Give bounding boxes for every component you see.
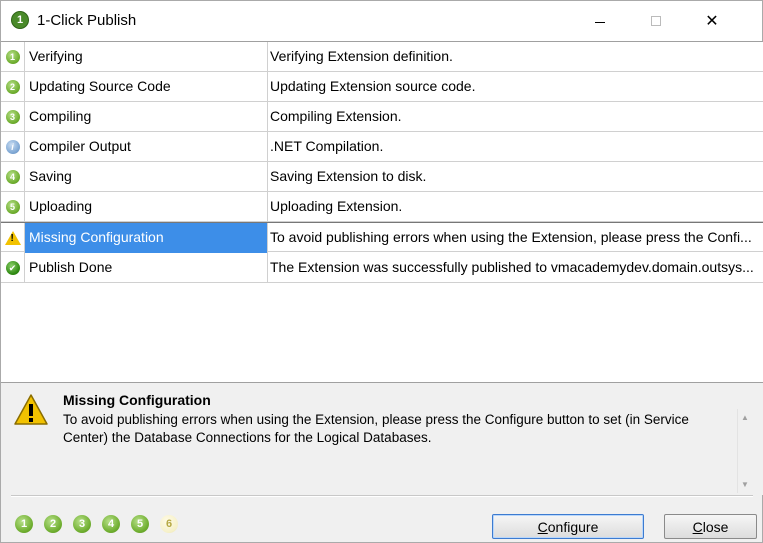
row-icon-cell: 1 bbox=[1, 42, 25, 72]
row-step-label: Updating Source Code bbox=[25, 72, 268, 102]
row-icon-cell: ✔ bbox=[1, 253, 25, 283]
step-2-icon: 2 bbox=[5, 80, 20, 94]
list-item[interactable]: i Compiler Output .NET Compilation. bbox=[1, 132, 763, 162]
info-icon: i bbox=[5, 140, 20, 154]
row-step-label: Uploading bbox=[25, 192, 268, 222]
row-icon-cell: i bbox=[1, 132, 25, 162]
list-item[interactable]: 2 Updating Source Code Updating Extensio… bbox=[1, 72, 763, 102]
list-item[interactable]: ✔ Publish Done The Extension was success… bbox=[1, 253, 763, 283]
scroll-down-icon[interactable]: ▼ bbox=[741, 480, 749, 489]
row-step-label: Compiling bbox=[25, 102, 268, 132]
row-step-label: Saving bbox=[25, 162, 268, 192]
list-item[interactable]: 4 Saving Saving Extension to disk. bbox=[1, 162, 763, 192]
close-mnemonic: C bbox=[692, 518, 703, 535]
row-icon-cell: 2 bbox=[1, 72, 25, 102]
close-icon: ✕ bbox=[705, 13, 719, 30]
window-title: 1-Click Publish bbox=[37, 12, 137, 29]
list-item-selected[interactable]: ! Missing Configuration To avoid publish… bbox=[1, 222, 763, 253]
warning-large-icon bbox=[14, 394, 48, 425]
row-step-label: Publish Done bbox=[25, 253, 268, 283]
list-item[interactable]: 3 Compiling Compiling Extension. bbox=[1, 102, 763, 132]
list-item[interactable]: 1 Verifying Verifying Extension definiti… bbox=[1, 42, 763, 72]
row-message: Saving Extension to disk. bbox=[270, 168, 427, 184]
configure-button[interactable]: Configure bbox=[492, 514, 644, 539]
step-2-indicator: 2 bbox=[44, 515, 62, 533]
close-label: lose bbox=[702, 518, 729, 535]
list-item[interactable]: 5 Uploading Uploading Extension. bbox=[1, 192, 763, 222]
divider bbox=[11, 495, 753, 497]
row-step-label: Verifying bbox=[25, 42, 268, 72]
row-icon-cell: ! bbox=[1, 223, 25, 253]
row-message: Compiling Extension. bbox=[270, 108, 402, 124]
app-step-icon: 1 bbox=[11, 11, 29, 29]
minimize-button[interactable] bbox=[577, 1, 623, 41]
detail-text: To avoid publishing errors when using th… bbox=[63, 412, 689, 445]
row-step-label: Missing Configuration bbox=[25, 223, 268, 253]
row-message: Uploading Extension. bbox=[270, 198, 403, 214]
step-6-indicator: 6 bbox=[160, 515, 178, 533]
row-icon-cell: 5 bbox=[1, 192, 25, 222]
row-icon-cell: 3 bbox=[1, 102, 25, 132]
step-5-indicator: 5 bbox=[131, 515, 149, 533]
warning-icon: ! bbox=[4, 231, 21, 245]
publish-window: 1 1-Click Publish ✕ 1 Verifying Verifyin… bbox=[0, 0, 763, 543]
row-message: Verifying Extension definition. bbox=[270, 48, 453, 64]
row-icon-cell: 4 bbox=[1, 162, 25, 192]
step-indicator: 1 2 3 4 5 6 bbox=[15, 515, 178, 535]
row-message: .NET Compilation. bbox=[270, 138, 384, 154]
row-message: To avoid publishing errors when using th… bbox=[270, 229, 752, 245]
step-1-indicator: 1 bbox=[15, 515, 33, 533]
row-message: Updating Extension source code. bbox=[270, 78, 476, 94]
close-button[interactable]: Close bbox=[664, 514, 757, 539]
detail-panel: Missing Configuration To avoid publishin… bbox=[1, 383, 763, 495]
step-4-indicator: 4 bbox=[102, 515, 120, 533]
step-5-icon: 5 bbox=[5, 200, 20, 214]
scroll-up-icon[interactable]: ▲ bbox=[741, 413, 749, 422]
detail-scrollbar[interactable]: ▲ ▼ bbox=[737, 409, 753, 493]
row-step-label: Compiler Output bbox=[25, 132, 268, 162]
detail-title: Missing Configuration bbox=[63, 392, 211, 408]
step-4-icon: 4 bbox=[5, 170, 20, 184]
minimize-icon bbox=[595, 21, 605, 23]
step-1-icon: 1 bbox=[5, 50, 20, 64]
title-bar: 1 1-Click Publish ✕ bbox=[1, 1, 762, 41]
configure-label: onfigure bbox=[547, 518, 599, 535]
maximize-icon bbox=[651, 16, 661, 26]
step-3-indicator: 3 bbox=[73, 515, 91, 533]
close-window-button[interactable]: ✕ bbox=[689, 1, 735, 41]
maximize-button[interactable] bbox=[633, 1, 679, 41]
publish-steps-list: 1 Verifying Verifying Extension definiti… bbox=[1, 41, 763, 383]
row-message: The Extension was successfully published… bbox=[270, 259, 754, 275]
checkmark-icon: ✔ bbox=[5, 261, 20, 275]
step-3-icon: 3 bbox=[5, 110, 20, 124]
configure-mnemonic: C bbox=[537, 518, 548, 535]
